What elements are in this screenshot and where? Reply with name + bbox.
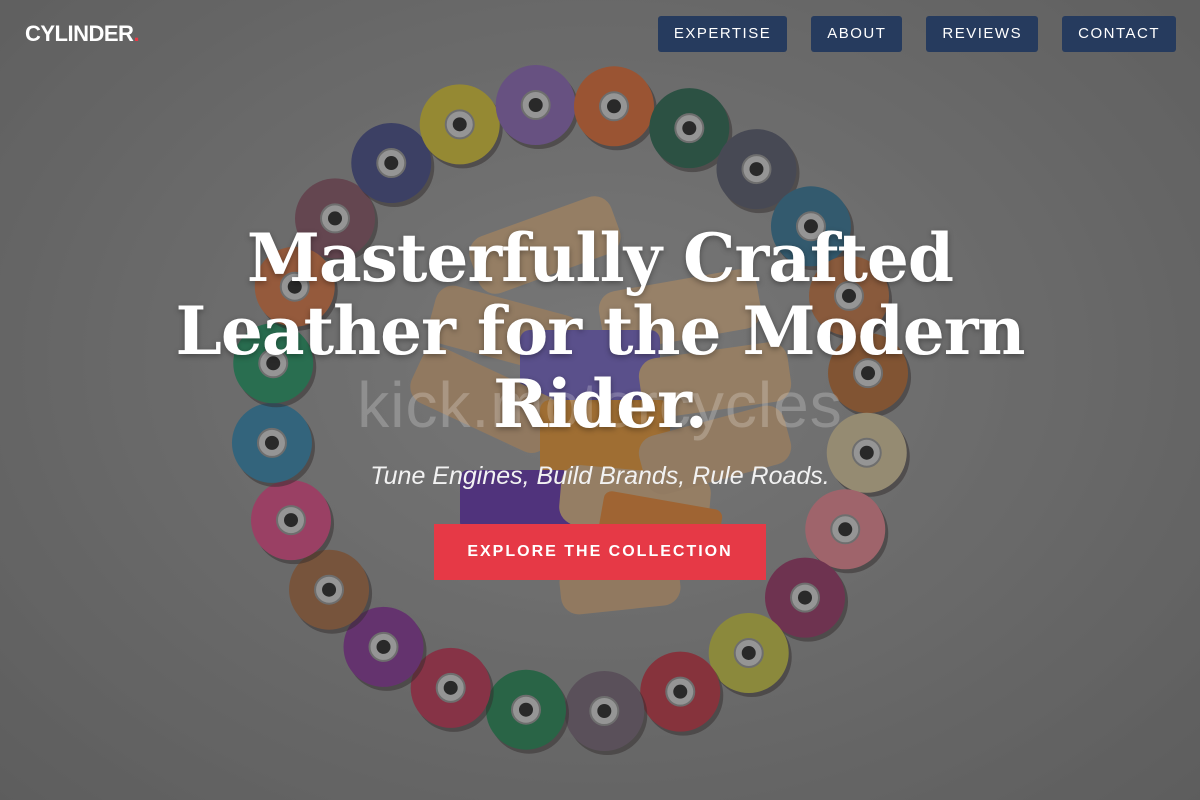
nav-expertise-button[interactable]: EXPERTISE [657,16,788,52]
explore-collection-button[interactable]: EXPLORE THE COLLECTION [434,524,766,580]
brand-dot: . [133,21,140,46]
brand-logo[interactable]: CYLINDER. [25,20,140,48]
nav-reviews-button[interactable]: REVIEWS [926,16,1039,52]
nav-about-button[interactable]: ABOUT [811,16,903,52]
main-nav: EXPERTISE ABOUT REVIEWS CONTACT [657,16,1176,52]
nav-contact-button[interactable]: CONTACT [1062,16,1176,52]
hero-headline: Masterfully Crafted Leather for the Mode… [175,219,1026,443]
brand-name: CYLINDER [25,21,134,46]
hero-tagline: Tune Engines, Build Brands, Rule Roads. [370,462,830,490]
